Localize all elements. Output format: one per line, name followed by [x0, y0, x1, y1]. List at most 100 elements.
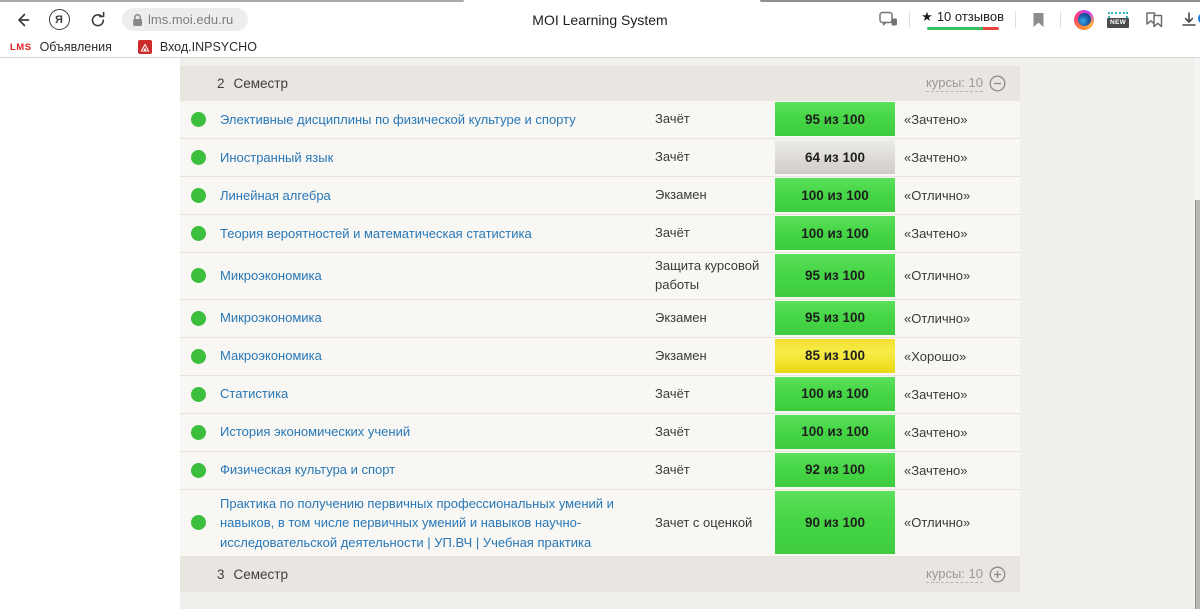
course-link[interactable]: Микроэкономика [220, 310, 322, 325]
score-badge: 95 из 100 [775, 254, 895, 297]
course-name-cell: Линейная алгебра [220, 186, 655, 206]
status-dot-icon [191, 150, 206, 165]
scrollbar-thumb[interactable] [1195, 200, 1200, 609]
grade-value: «Отлично» [895, 268, 1020, 283]
course-link[interactable]: Элективные дисциплины по физической куль… [220, 112, 576, 127]
page-title: MOI Learning System [300, 2, 900, 37]
rating-bar-negative [983, 27, 998, 30]
status-dot-icon [191, 311, 206, 326]
courses-count: 10 [969, 75, 983, 90]
refresh-icon [88, 10, 108, 30]
course-name-cell: Микроэкономика [220, 308, 655, 328]
score-cell: 92 из 100 [775, 452, 895, 489]
yandex-logo-icon: Я [49, 9, 70, 30]
status-cell [180, 387, 220, 402]
semester-label: Семестр [234, 567, 289, 582]
toolbar-separator [1015, 11, 1016, 28]
toolbar-right-icons: ★ 10 отзывов NEW [874, 2, 1200, 37]
score-badge: 100 из 100 [775, 415, 895, 449]
courses-count-link: курсы: 10 [926, 566, 983, 583]
course-rows: Элективные дисциплины по физической куль… [180, 101, 1020, 557]
table-row: Практика по получению первичных професси… [180, 490, 1020, 558]
grade-value: «Зачтено» [895, 463, 1020, 478]
course-link[interactable]: Микроэкономика [220, 268, 322, 283]
downloads-button[interactable]: 2 [1172, 10, 1200, 29]
bookmark-page-button[interactable] [1023, 12, 1053, 28]
grade-value: «Отлично» [895, 188, 1020, 203]
semester-2-courses-toggle[interactable]: курсы: 10 [926, 75, 1006, 92]
table-row: Элективные дисциплины по физической куль… [180, 101, 1020, 139]
semester-3-courses-toggle[interactable]: курсы: 10 [926, 566, 1006, 583]
score-cell: 100 из 100 [775, 215, 895, 252]
status-cell [180, 268, 220, 283]
score-badge: 90 из 100 [775, 491, 895, 555]
yandex-home-button[interactable]: Я [46, 2, 72, 37]
expand-plus-icon [989, 566, 1006, 583]
score-badge: 100 из 100 [775, 377, 895, 411]
status-dot-icon [191, 349, 206, 364]
course-link[interactable]: Статистика [220, 386, 288, 401]
score-cell: 100 из 100 [775, 414, 895, 451]
bookmark-announcements[interactable]: LMS Объявления [10, 40, 112, 54]
status-cell [180, 188, 220, 203]
grade-value: «Отлично» [895, 515, 1020, 530]
reviews-rating[interactable]: ★ 10 отзывов [917, 9, 1008, 30]
sidebar-panel-button[interactable] [874, 11, 902, 28]
browser-toolbar: Я lms.moi.edu.ru MOI Learning System ★ 1… [0, 2, 1200, 37]
collections-button[interactable] [1136, 11, 1172, 28]
lms-logo-icon: LMS [10, 42, 32, 53]
rating-bar-positive [927, 27, 984, 30]
course-name-cell: Макроэкономика [220, 346, 655, 366]
extension-browser-button[interactable] [1068, 10, 1100, 30]
exam-type: Зачет с оценкой [655, 514, 775, 533]
toolbar-separator [909, 11, 910, 28]
course-link[interactable]: Теория вероятностей и математическая ста… [220, 226, 532, 241]
status-dot-icon [191, 268, 206, 283]
grade-value: «Зачтено» [895, 425, 1020, 440]
marquee-dots-icon [1108, 12, 1128, 18]
table-row: Микроэкономика Защита курсовой работы 95… [180, 253, 1020, 300]
course-link[interactable]: Макроэкономика [220, 348, 322, 363]
bookmark-inpsycho[interactable]: Вход.INPSYCHO [138, 40, 257, 54]
address-bar[interactable]: lms.moi.edu.ru [122, 8, 248, 31]
back-button[interactable] [10, 2, 36, 37]
score-badge: 64 из 100 [775, 140, 895, 174]
status-cell [180, 425, 220, 440]
courses-count: 10 [969, 566, 983, 581]
table-row: История экономических учений Зачёт 100 и… [180, 414, 1020, 452]
course-link[interactable]: История экономических учений [220, 424, 410, 439]
score-badge: 85 из 100 [775, 339, 895, 373]
semester-number: 3 [217, 567, 225, 582]
score-cell: 95 из 100 [775, 101, 895, 138]
tab-strip-left [0, 0, 464, 2]
course-name-cell: Микроэкономика [220, 266, 655, 286]
status-cell [180, 515, 220, 530]
rating-bar [927, 27, 999, 30]
course-link[interactable]: Практика по получению первичных професси… [220, 496, 614, 550]
exam-type: Зачёт [655, 423, 775, 442]
score-badge: 95 из 100 [775, 301, 895, 335]
course-link[interactable]: Линейная алгебра [220, 188, 331, 203]
refresh-button[interactable] [85, 2, 111, 37]
colorful-extension-icon [1074, 10, 1094, 30]
table-row: Статистика Зачёт 100 из 100 «Зачтено» [180, 376, 1020, 414]
status-cell [180, 311, 220, 326]
score-cell: 100 из 100 [775, 376, 895, 413]
course-link[interactable]: Иностранный язык [220, 150, 333, 165]
exam-type: Защита курсовой работы [655, 257, 775, 295]
tab-strip-right [760, 0, 1200, 2]
status-dot-icon [191, 463, 206, 478]
screenshot-tool-button[interactable]: NEW [1100, 12, 1136, 28]
grade-value: «Зачтено» [895, 387, 1020, 402]
course-link[interactable]: Физическая культура и спорт [220, 462, 395, 477]
bookmark-label: Объявления [40, 40, 112, 54]
reviews-label: 10 отзывов [937, 9, 1004, 24]
exam-type: Зачёт [655, 385, 775, 404]
status-dot-icon [191, 112, 206, 127]
table-row: Физическая культура и спорт Зачёт 92 из … [180, 452, 1020, 490]
status-cell [180, 150, 220, 165]
exam-type: Зачёт [655, 148, 775, 167]
course-name-cell: Статистика [220, 384, 655, 404]
grade-value: «Зачтено» [895, 150, 1020, 165]
scrollbar-track[interactable] [1194, 58, 1200, 609]
